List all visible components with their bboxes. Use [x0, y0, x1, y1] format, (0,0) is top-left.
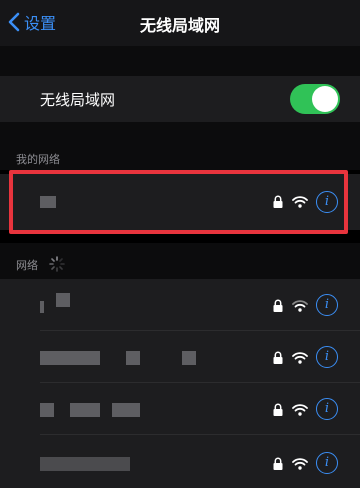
switch-knob — [312, 86, 338, 112]
network-name-redacted — [112, 403, 140, 417]
wifi-toggle-label: 无线局域网 — [40, 91, 116, 109]
wifi-icon — [292, 352, 308, 364]
wifi-icon — [292, 404, 308, 416]
network-name-redacted — [40, 351, 100, 365]
network-name-redacted — [56, 293, 70, 307]
network-row[interactable]: i — [0, 435, 360, 488]
wifi-icon — [292, 300, 308, 312]
lock-icon — [273, 299, 283, 312]
my-networks-header: 我的网络 — [16, 153, 60, 166]
network-name-redacted — [40, 196, 56, 208]
network-row[interactable]: i — [0, 383, 360, 435]
networks-header: 网络 — [16, 259, 38, 272]
info-icon[interactable]: i — [316, 346, 338, 368]
network-name-redacted — [40, 403, 54, 417]
network-name-redacted — [70, 403, 100, 417]
spinner-icon — [49, 256, 65, 272]
lock-icon — [273, 457, 283, 470]
network-name-redacted — [182, 351, 196, 365]
info-icon[interactable]: i — [316, 294, 338, 316]
wifi-icon — [292, 196, 308, 208]
lock-icon — [273, 351, 283, 364]
wifi-icon — [292, 458, 308, 470]
page-title: 无线局域网 — [139, 16, 220, 35]
network-name-redacted — [40, 457, 130, 471]
section-gap — [0, 46, 360, 76]
network-row[interactable]: i — [0, 331, 360, 383]
network-name-redacted — [126, 351, 140, 365]
wifi-toggle-switch[interactable] — [290, 84, 340, 114]
network-row[interactable]: i — [0, 279, 360, 331]
info-icon[interactable]: i — [316, 398, 338, 420]
info-icon[interactable]: i — [316, 191, 338, 213]
lock-icon — [273, 403, 283, 416]
network-row-connected[interactable]: i — [0, 174, 360, 230]
info-icon[interactable]: i — [316, 452, 338, 474]
nav-bar: 设置 无线局域网 — [0, 0, 360, 46]
lock-icon — [273, 195, 283, 208]
network-name-redacted — [40, 301, 44, 313]
